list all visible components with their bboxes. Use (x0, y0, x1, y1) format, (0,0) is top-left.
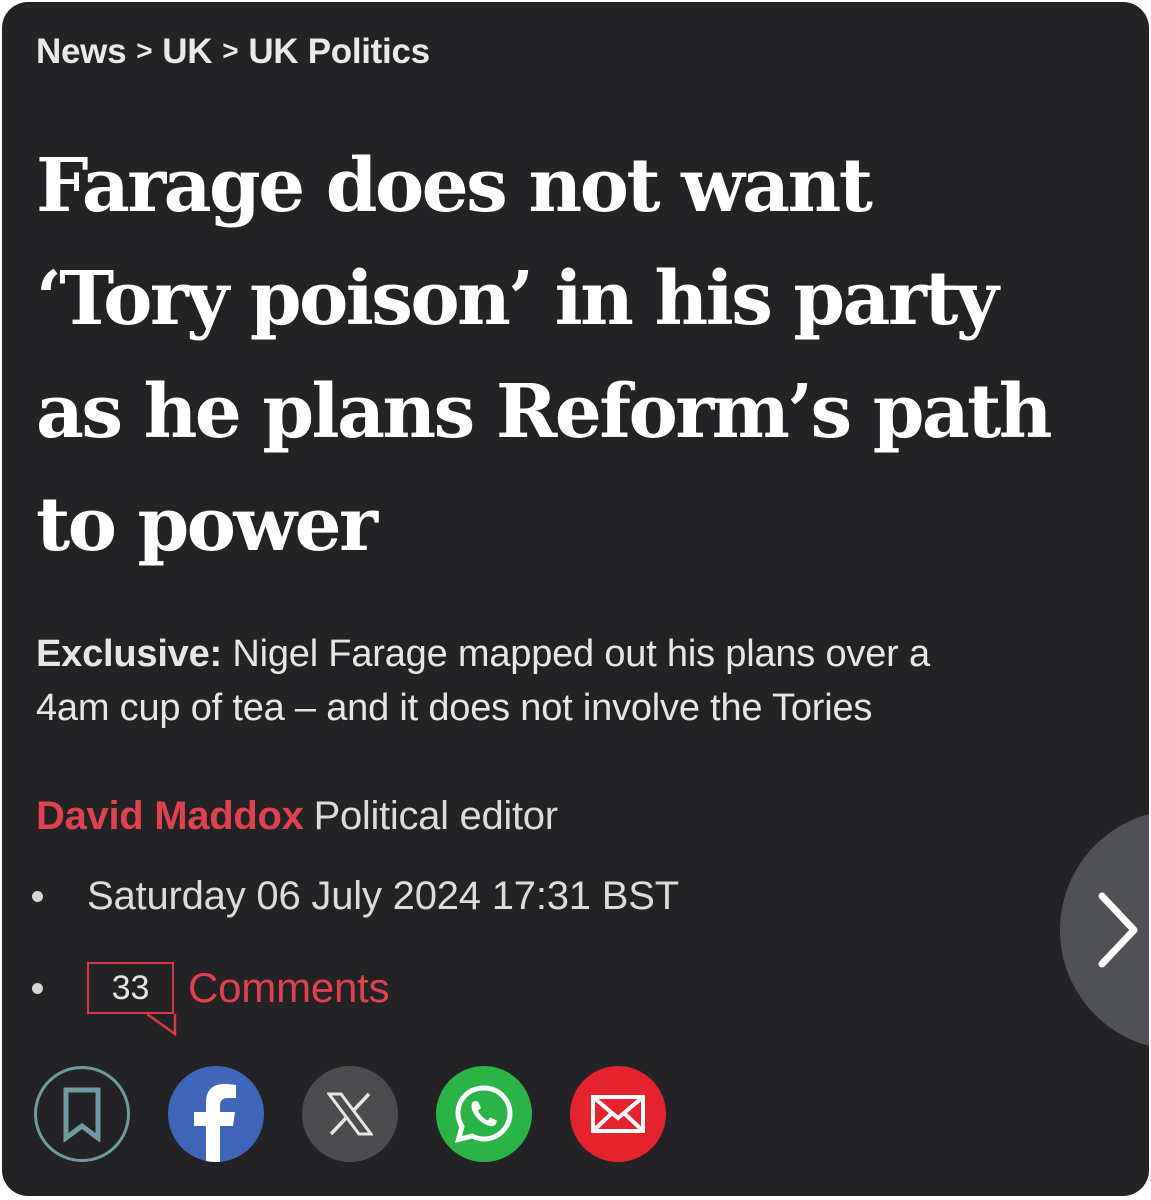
bookmark-button[interactable] (34, 1066, 130, 1162)
comments-link[interactable]: 33 Comments (32, 962, 390, 1036)
bullet-icon (32, 982, 43, 994)
headline-line: as he plans Reform’s path (36, 369, 1053, 455)
x-share-button[interactable] (302, 1066, 398, 1162)
author-role: Political editor (313, 794, 559, 838)
exclusive-label: Exclusive: (36, 633, 222, 675)
x-icon (327, 1092, 373, 1136)
publish-date-row: Saturday 06 July 2024 17:31 BST (32, 874, 679, 919)
article-standfirst: Exclusive: Nigel Farage mapped out his p… (36, 627, 1141, 735)
whatsapp-share-button[interactable] (436, 1066, 532, 1162)
bullet-icon (32, 891, 43, 902)
chevron-right-icon (1098, 892, 1138, 968)
standfirst-text: 4am cup of tea – and it does not involve… (36, 687, 873, 729)
standfirst-text: Nigel Farage mapped out his plans over a (232, 633, 930, 675)
breadcrumb: News > UK > UK Politics (36, 32, 430, 72)
byline: David Maddox Political editor (36, 794, 558, 839)
breadcrumb-separator: > (222, 35, 239, 66)
email-share-button[interactable] (570, 1066, 666, 1162)
comments-label: Comments (188, 964, 390, 1011)
facebook-icon (194, 1084, 236, 1162)
comment-count-icon: 33 (87, 962, 177, 1036)
comment-count: 33 (111, 968, 150, 1007)
headline-line: to power (36, 482, 378, 568)
headline-line: ‘Tory poison’ in his party (36, 256, 999, 342)
breadcrumb-news[interactable]: News (36, 32, 127, 71)
breadcrumb-uk[interactable]: UK (162, 32, 212, 71)
article-headline: Farage does not want ‘Tory poison’ in hi… (36, 130, 1136, 582)
share-bar (34, 1066, 704, 1162)
facebook-share-button[interactable] (168, 1066, 264, 1162)
mail-icon (591, 1095, 645, 1133)
article-header-card: News > UK > UK Politics Farage does not want… (2, 2, 1149, 1196)
whatsapp-icon (454, 1085, 513, 1143)
breadcrumb-separator: > (136, 35, 153, 66)
bookmark-icon (63, 1087, 101, 1142)
breadcrumb-uk-politics[interactable]: UK Politics (248, 32, 430, 71)
publish-date: Saturday 06 July 2024 17:31 BST (87, 874, 679, 918)
speech-tail-icon (147, 1014, 177, 1036)
author-link[interactable]: David Maddox (36, 794, 304, 838)
next-article-button[interactable] (1060, 810, 1149, 1050)
headline-line: Farage does not want (36, 143, 873, 229)
